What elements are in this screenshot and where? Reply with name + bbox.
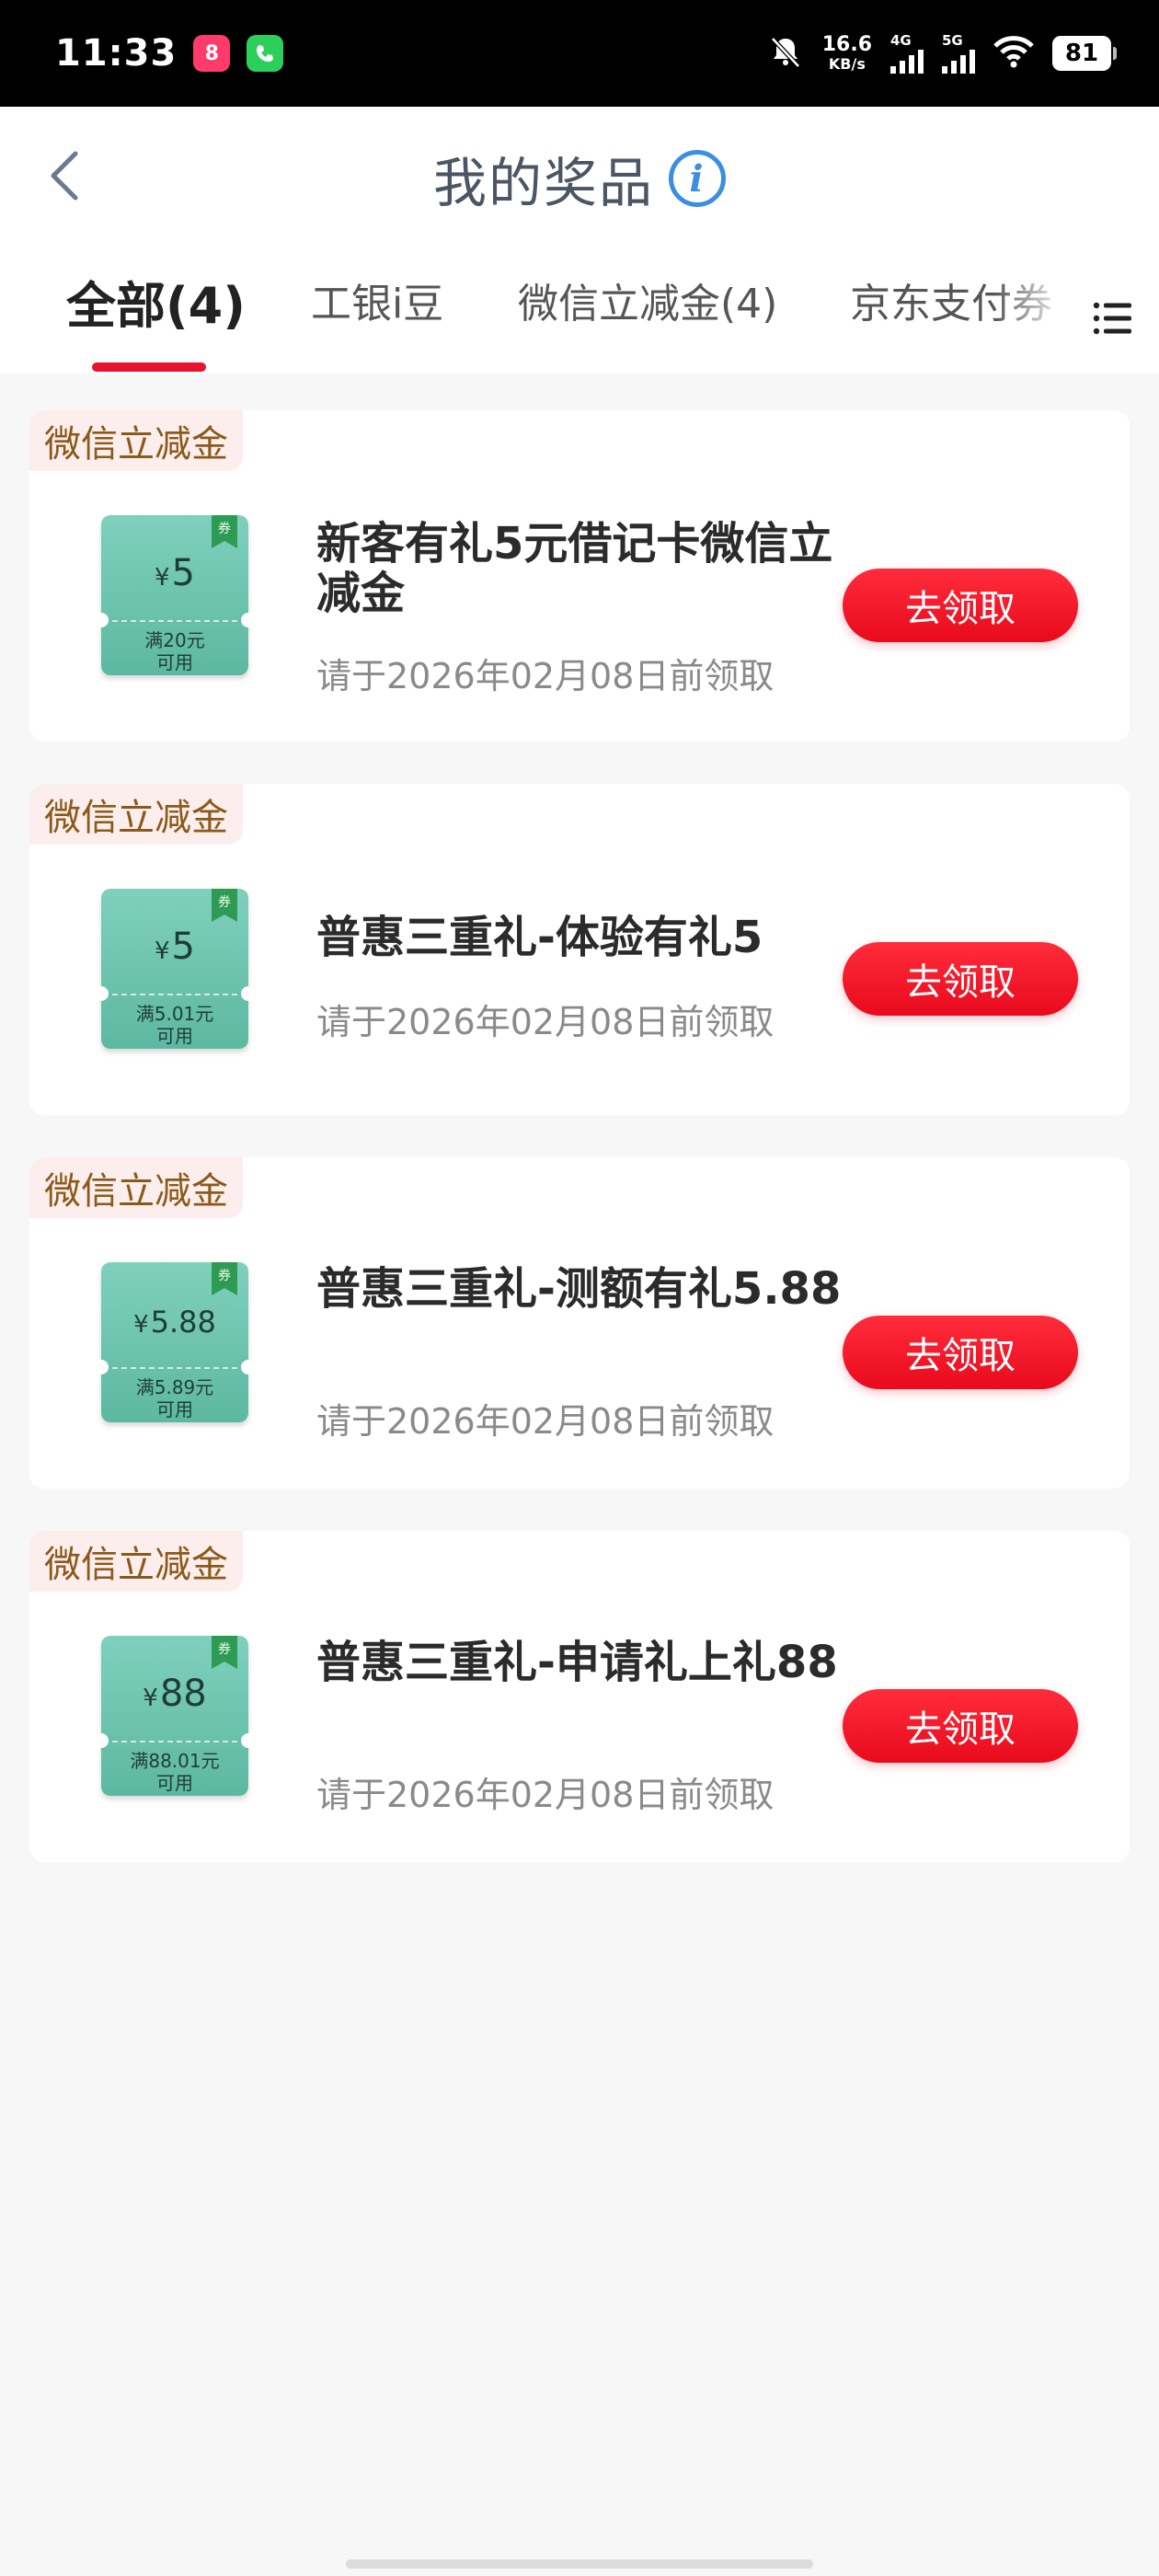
coupon-condition: 满20元 [144, 629, 205, 651]
prize-type-tag: 微信立减金 [29, 1531, 243, 1592]
prize-deadline: 请于2026年02月08日前领取 [316, 1775, 775, 1815]
active-tab-indicator [92, 362, 206, 372]
coupon-thumbnail: 券 ¥5 满5.01元 可用 [94, 889, 256, 1049]
status-time: 11:33 [55, 32, 178, 75]
prize-type-tag: 微信立减金 [29, 1157, 243, 1218]
coupon-amount: 88 [159, 1673, 207, 1715]
coupon-amount: 5 [171, 552, 195, 594]
mute-bell-icon [767, 33, 804, 74]
prize-title: 普惠三重礼-申请礼上礼88 [316, 1637, 838, 1688]
prize-title: 普惠三重礼-测额有礼5.88 [316, 1263, 842, 1315]
claim-button[interactable]: 去领取 [843, 569, 1078, 642]
coupon-ribbon-icon: 券 [212, 1636, 237, 1669]
prize-card: 微信立减金 券 ¥5 满20元 可用 新客有礼5元借记卡微信立减金 请于2026年… [29, 410, 1130, 742]
page-header: 我的奖品 i [0, 107, 1159, 245]
prize-card: 微信立减金 券 ¥5 满5.01元 可用 普惠三重礼-体验有礼5 请于2026年0… [29, 784, 1130, 1115]
status-bar: 11:33 8 16.6 KB/s 4G 5G 81 [0, 0, 1159, 107]
tab-bar: 全部(4) 工银i豆 微信立减金(4) 京东支付券 [0, 245, 1159, 374]
coupon-ribbon-icon: 券 [212, 515, 237, 548]
coupon-condition: 满5.89元 [135, 1376, 214, 1398]
signal-5g-icon: 5G [942, 33, 975, 74]
info-icon[interactable]: i [669, 150, 726, 207]
page-title: 我的奖品 [432, 152, 654, 214]
coupon-ribbon-icon: 券 [212, 889, 237, 922]
coupon-thumbnail: 券 ¥5 满20元 可用 [94, 515, 256, 675]
network-speed: 16.6 KB/s [821, 33, 872, 73]
prize-card: 微信立减金 券 ¥88 满88.01元 可用 普惠三重礼-申请礼上礼88 请于20… [29, 1531, 1130, 1862]
prize-deadline: 请于2026年02月08日前领取 [316, 1002, 775, 1042]
wifi-icon [993, 35, 1034, 72]
prize-title: 普惠三重礼-体验有礼5 [316, 912, 763, 963]
signal-4g-icon: 4G [890, 33, 924, 74]
coupon-thumbnail: 券 ¥5.88 满5.89元 可用 [94, 1262, 256, 1422]
prize-card: 微信立减金 券 ¥5.88 满5.89元 可用 普惠三重礼-测额有礼5.88 请于… [29, 1157, 1130, 1489]
tab-wechat-discount[interactable]: 微信立减金(4) [518, 270, 777, 329]
claim-button[interactable]: 去领取 [843, 942, 1078, 1016]
claim-button[interactable]: 去领取 [843, 1316, 1078, 1389]
list-menu-icon[interactable] [1067, 282, 1159, 355]
coupon-amount: 5 [171, 926, 195, 968]
tab-icbc-beans[interactable]: 工银i豆 [311, 270, 443, 329]
battery-icon: 81 [1052, 36, 1117, 71]
prize-deadline: 请于2026年02月08日前领取 [316, 656, 775, 696]
coupon-condition: 满5.01元 [135, 1003, 214, 1025]
prize-deadline: 请于2026年02月08日前领取 [316, 1401, 775, 1442]
tab-all[interactable]: 全部(4) [66, 265, 246, 338]
prize-type-tag: 微信立减金 [29, 410, 243, 471]
prize-type-tag: 微信立减金 [29, 784, 243, 845]
coupon-amount: 5.88 [150, 1305, 216, 1340]
home-indicator[interactable] [346, 2559, 813, 2569]
claim-button[interactable]: 去领取 [843, 1689, 1078, 1763]
phone-icon [247, 35, 284, 72]
coupon-ribbon-icon: 券 [212, 1262, 237, 1295]
prize-title: 新客有礼5元借记卡微信立减金 [316, 518, 833, 619]
coupon-condition: 满88.01元 [130, 1750, 220, 1772]
coupon-thumbnail: 券 ¥88 满88.01元 可用 [94, 1636, 256, 1796]
notification-app-icon: 8 [193, 35, 231, 72]
